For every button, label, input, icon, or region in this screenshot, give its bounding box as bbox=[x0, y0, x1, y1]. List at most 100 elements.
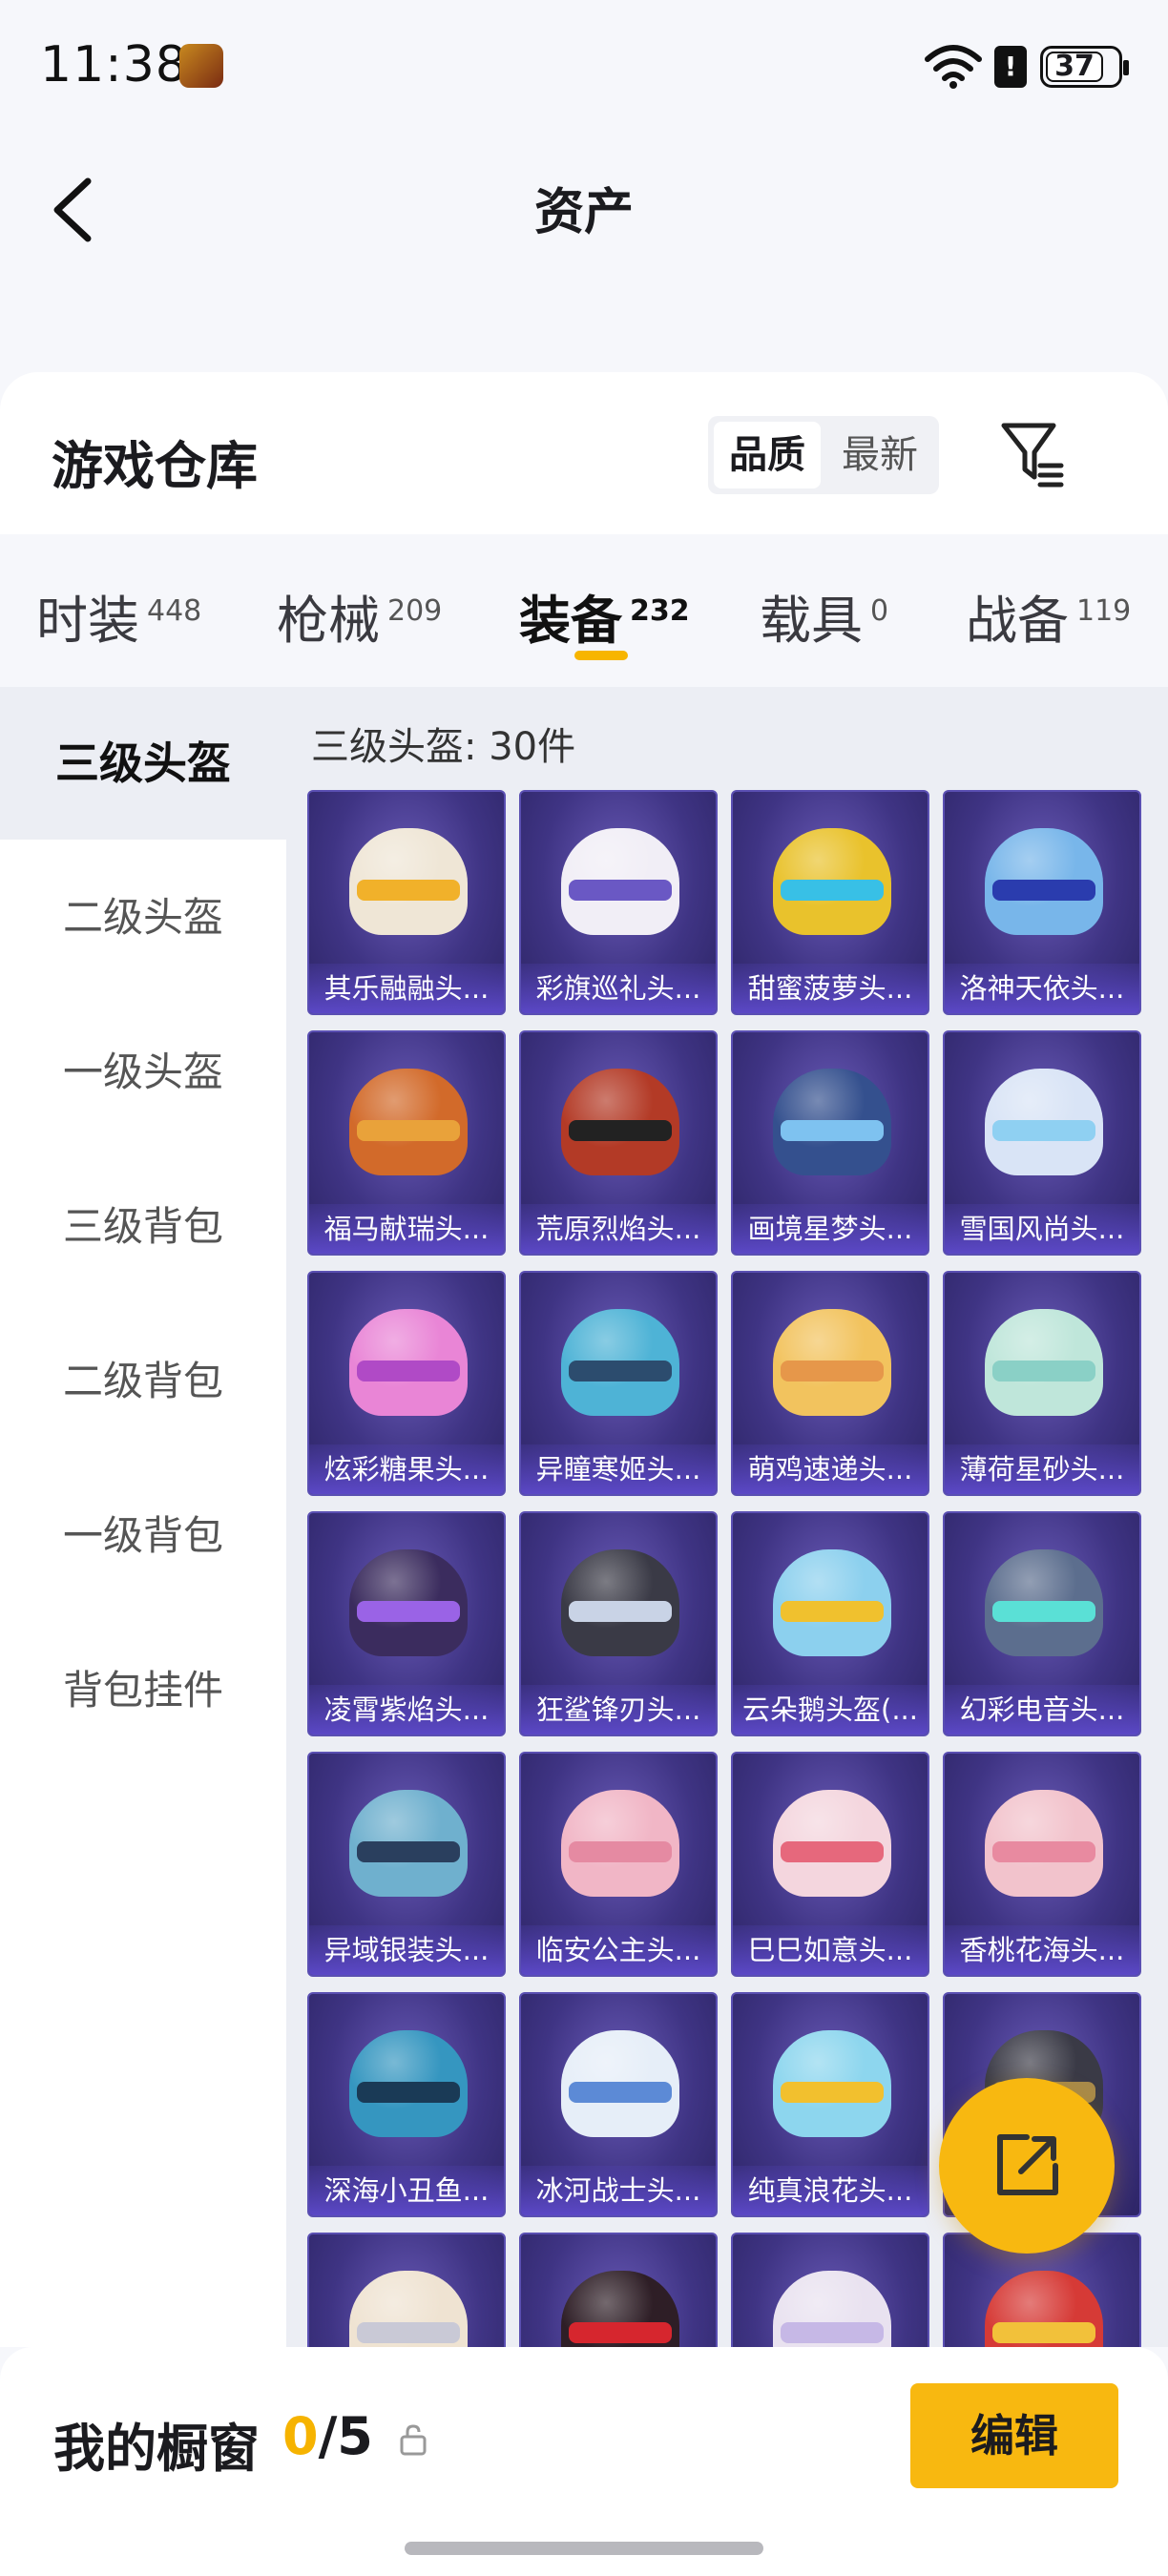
helmet-visor bbox=[781, 1841, 884, 1862]
tab-count: 232 bbox=[630, 594, 690, 628]
item-name: 临安公主头... bbox=[521, 1925, 716, 1975]
item-name: 炫彩糖果头... bbox=[309, 1444, 504, 1494]
showcase-count: 0/5 bbox=[282, 2406, 373, 2466]
item-card[interactable]: 香桃花海头... bbox=[943, 1752, 1141, 1977]
sidebar-item-level3-backpack[interactable]: 三级背包 bbox=[0, 1151, 286, 1303]
helmet-visor bbox=[569, 2322, 672, 2343]
item-name: 巳巳如意头... bbox=[733, 1925, 928, 1975]
item-card[interactable]: 荒原烈焰头... bbox=[519, 1030, 718, 1256]
item-name: 狂鲨锋刃头... bbox=[521, 1685, 716, 1735]
item-card[interactable] bbox=[731, 2233, 929, 2347]
tab-label: 时装 bbox=[36, 591, 139, 651]
tab-equipment[interactable]: 装备 232 bbox=[519, 578, 690, 654]
helmet-visor bbox=[357, 2082, 460, 2103]
item-card[interactable]: 其乐融融头... bbox=[307, 790, 506, 1015]
sidebar-item-level1-backpack[interactable]: 一级背包 bbox=[0, 1460, 286, 1612]
warehouse-title: 游戏仓库 bbox=[52, 436, 258, 496]
item-card[interactable]: 纯真浪花头... bbox=[731, 1992, 929, 2217]
active-tab-indicator bbox=[574, 651, 628, 660]
alert-icon: ! bbox=[994, 46, 1027, 88]
helmet-visor bbox=[992, 1361, 1095, 1381]
sidebar-item-level2-helmet[interactable]: 二级头盔 bbox=[0, 841, 286, 994]
lock-icon bbox=[400, 2424, 427, 2456]
filter-icon[interactable] bbox=[998, 416, 1067, 488]
item-card[interactable]: 甜蜜菠萝头... bbox=[731, 790, 929, 1015]
item-card[interactable]: 异瞳寒姬头... bbox=[519, 1271, 718, 1496]
section-title: 三级头盔: 30件 bbox=[311, 725, 576, 769]
category-tabs: 时装 448 枪械 209 装备 232 载具 0 战备 119 bbox=[0, 534, 1168, 687]
item-card[interactable]: 雪国风尚头... bbox=[943, 1030, 1141, 1256]
helmet-visor bbox=[781, 1120, 884, 1141]
tab-count: 209 bbox=[387, 594, 443, 628]
share-button[interactable] bbox=[939, 2078, 1115, 2254]
item-card[interactable]: 炫彩糖果头... bbox=[307, 1271, 506, 1496]
sidebar-item-level2-backpack[interactable]: 二级背包 bbox=[0, 1305, 286, 1458]
tab-count: 0 bbox=[870, 594, 889, 628]
helmet-visor bbox=[569, 1841, 672, 1862]
showcase-total: /5 bbox=[318, 2406, 373, 2466]
helmet-visor bbox=[569, 880, 672, 901]
home-indicator[interactable] bbox=[405, 2542, 763, 2555]
helmet-visor bbox=[781, 2322, 884, 2343]
helmet-visor bbox=[569, 1120, 672, 1141]
helmet-visor bbox=[992, 2322, 1095, 2343]
helmet-visor bbox=[992, 1120, 1095, 1141]
tab-count: 119 bbox=[1076, 594, 1132, 628]
sidebar-item-backpack-charm[interactable]: 背包挂件 bbox=[0, 1614, 286, 1767]
helmet-visor bbox=[781, 1361, 884, 1381]
item-card[interactable]: 福马献瑞头... bbox=[307, 1030, 506, 1256]
item-card[interactable]: 萌鸡速递头... bbox=[731, 1271, 929, 1496]
sort-newest-option[interactable]: 最新 bbox=[826, 422, 933, 488]
item-card[interactable]: 冰河战士头... bbox=[519, 1992, 718, 2217]
item-card[interactable]: 薄荷星砂头... bbox=[943, 1271, 1141, 1496]
item-name: 冰河战士头... bbox=[521, 2166, 716, 2215]
item-card[interactable]: 狂鲨锋刃头... bbox=[519, 1511, 718, 1736]
helmet-visor bbox=[781, 1601, 884, 1622]
sort-quality-option[interactable]: 品质 bbox=[714, 422, 821, 488]
tab-label: 枪械 bbox=[277, 591, 380, 651]
tab-fashion[interactable]: 时装 448 bbox=[36, 578, 201, 654]
helmet-visor bbox=[992, 1601, 1095, 1622]
helmet-visor bbox=[781, 880, 884, 901]
item-card[interactable]: 洛神天依头... bbox=[943, 790, 1141, 1015]
item-name: 云朵鹅头盔(... bbox=[733, 1685, 928, 1735]
item-card[interactable]: 云朵鹅头盔(... bbox=[731, 1511, 929, 1736]
item-card[interactable]: 临安公主头... bbox=[519, 1752, 718, 1977]
showcase-label: 我的橱窗 bbox=[53, 2419, 260, 2479]
item-card[interactable]: 凌霄紫焰头... bbox=[307, 1511, 506, 1736]
edit-button[interactable]: 编辑 bbox=[910, 2383, 1118, 2488]
item-card[interactable]: 彩旗巡礼头... bbox=[519, 790, 718, 1015]
item-name: 异瞳寒姬头... bbox=[521, 1444, 716, 1494]
helmet-visor bbox=[992, 880, 1095, 901]
item-card[interactable] bbox=[307, 2233, 506, 2347]
helmet-visor bbox=[357, 2322, 460, 2343]
item-name: 深海小丑鱼... bbox=[309, 2166, 504, 2215]
item-card[interactable]: 幻彩电音头... bbox=[943, 1511, 1141, 1736]
tab-vehicles[interactable]: 载具 0 bbox=[760, 578, 888, 654]
item-name: 雪国风尚头... bbox=[945, 1204, 1139, 1254]
item-card[interactable] bbox=[519, 2233, 718, 2347]
item-name: 凌霄紫焰头... bbox=[309, 1685, 504, 1735]
helmet-visor bbox=[357, 1361, 460, 1381]
tab-count: 448 bbox=[147, 594, 202, 628]
helmet-visor bbox=[357, 1601, 460, 1622]
item-name: 萌鸡速递头... bbox=[733, 1444, 928, 1494]
helmet-visor bbox=[357, 880, 460, 901]
item-name: 其乐融融头... bbox=[309, 964, 504, 1013]
tab-label: 装备 bbox=[519, 591, 622, 651]
tab-supplies[interactable]: 战备 119 bbox=[966, 578, 1131, 654]
game-app-icon bbox=[179, 44, 223, 88]
item-card[interactable]: 画境星梦头... bbox=[731, 1030, 929, 1256]
item-name: 福马献瑞头... bbox=[309, 1204, 504, 1254]
tab-guns[interactable]: 枪械 209 bbox=[277, 578, 442, 654]
sidebar-item-level3-helmet[interactable]: 三级头盔 bbox=[0, 687, 286, 840]
battery-icon: 37 bbox=[1040, 46, 1129, 88]
battery-level: 37 bbox=[1046, 52, 1103, 82]
item-name: 异域银装头... bbox=[309, 1925, 504, 1975]
sidebar-item-level1-helmet[interactable]: 一级头盔 bbox=[0, 996, 286, 1149]
showcase-current: 0 bbox=[282, 2406, 319, 2466]
item-card[interactable]: 深海小丑鱼... bbox=[307, 1992, 506, 2217]
helmet-visor bbox=[569, 2082, 672, 2103]
item-card[interactable]: 异域银装头... bbox=[307, 1752, 506, 1977]
item-card[interactable]: 巳巳如意头... bbox=[731, 1752, 929, 1977]
